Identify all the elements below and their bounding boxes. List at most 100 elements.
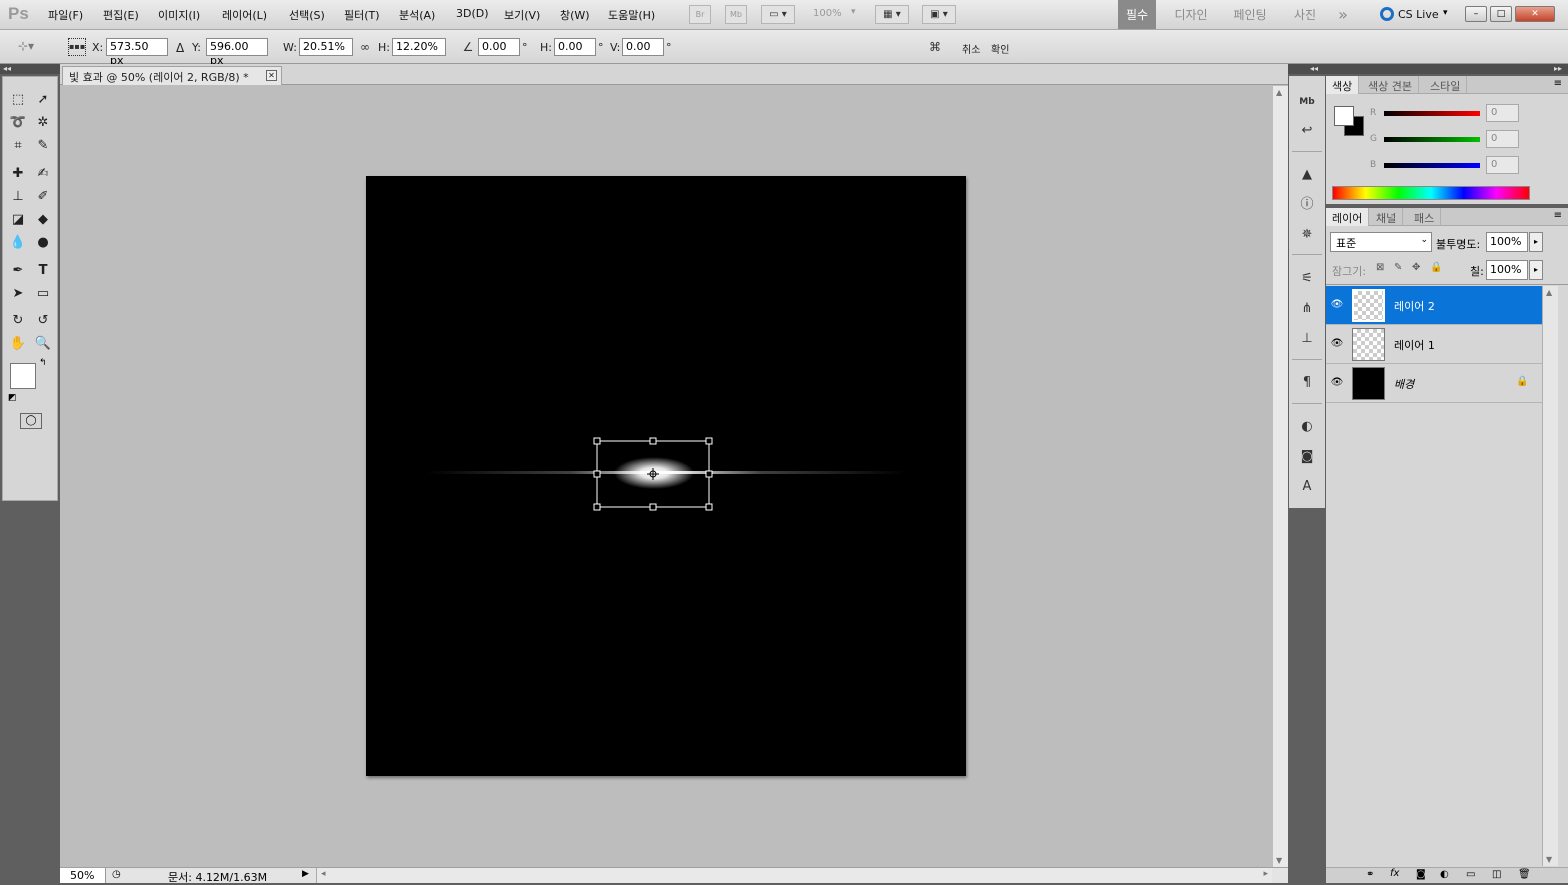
menu-image[interactable]: 이미지(I) bbox=[158, 7, 200, 23]
red-value-field[interactable]: 0 bbox=[1486, 104, 1519, 122]
height-percent-field[interactable]: 12.20% bbox=[392, 38, 446, 56]
lock-position-icon[interactable]: ✥ bbox=[1412, 262, 1420, 273]
default-colors-icon[interactable]: ◩ bbox=[8, 393, 17, 403]
clone-stamp-tool-icon[interactable]: ⊥ bbox=[6, 186, 30, 208]
lock-image-icon[interactable]: ✎ bbox=[1394, 262, 1402, 273]
menu-layer[interactable]: 레이어(L) bbox=[222, 7, 267, 23]
crop-tool-icon[interactable]: ⌗ bbox=[6, 135, 30, 157]
horizontal-scrollbar[interactable]: ◂ ▸ bbox=[316, 868, 1272, 883]
fill-arrow-icon[interactable]: ▸ bbox=[1529, 260, 1543, 280]
path-selection-tool-icon[interactable]: ➤ bbox=[6, 283, 30, 305]
lasso-tool-icon[interactable]: ➰ bbox=[6, 112, 30, 134]
workspace-photography[interactable]: 사진 bbox=[1284, 0, 1326, 29]
visibility-eye-icon[interactable]: 👁 bbox=[1330, 337, 1344, 351]
blend-mode-select[interactable]: 표준 ⌄ bbox=[1330, 232, 1432, 252]
workspace-essentials[interactable]: 필수 bbox=[1118, 0, 1156, 29]
new-layer-icon[interactable]: ◫ bbox=[1492, 869, 1501, 880]
scroll-down-icon[interactable]: ▼ bbox=[1546, 855, 1552, 864]
warp-mode-icon[interactable]: ⌘ bbox=[927, 39, 943, 55]
menu-select[interactable]: 선택(S) bbox=[289, 7, 325, 23]
menu-filter[interactable]: 필터(T) bbox=[344, 7, 380, 23]
launch-bridge-button[interactable]: Br bbox=[689, 5, 711, 24]
close-window-button[interactable]: ✕ bbox=[1515, 6, 1555, 22]
visibility-eye-icon[interactable]: 👁 bbox=[1330, 298, 1344, 312]
rotate-angle-field[interactable]: 0.00 bbox=[478, 38, 520, 56]
brush-presets-icon[interactable]: ⚟ bbox=[1297, 269, 1317, 289]
menu-analysis[interactable]: 분석(A) bbox=[399, 7, 435, 23]
add-mask-icon[interactable]: ◙ bbox=[1416, 869, 1426, 880]
menu-3d[interactable]: 3D(D) bbox=[456, 7, 489, 20]
tab-paths[interactable]: 패스 bbox=[1408, 208, 1442, 226]
green-value-field[interactable]: 0 bbox=[1486, 130, 1519, 148]
document-tab[interactable]: 빛 효과 @ 50% (레이어 2, RGB/8) * ✕ bbox=[62, 66, 282, 85]
collapse-icon[interactable]: ◂◂ bbox=[3, 64, 11, 73]
panel-menu-icon[interactable]: ≡ bbox=[1554, 210, 1562, 221]
menu-file[interactable]: 파일(F) bbox=[48, 7, 83, 23]
extras-menu-icon[interactable]: ▭ ▾ bbox=[761, 5, 795, 24]
tab-channels[interactable]: 채널 bbox=[1370, 208, 1404, 226]
color-spectrum-bar[interactable] bbox=[1332, 186, 1530, 200]
transform-handle[interactable] bbox=[593, 503, 601, 511]
eyedropper-tool-icon[interactable]: ✎ bbox=[31, 135, 55, 157]
transform-handle[interactable] bbox=[593, 437, 601, 445]
layer-row-layer-2[interactable]: 👁 레이어 2 bbox=[1326, 286, 1542, 325]
vertical-skew-field[interactable]: 0.00 bbox=[622, 38, 664, 56]
clone-source-icon[interactable]: ⊥ bbox=[1297, 329, 1317, 349]
transform-handle[interactable] bbox=[705, 503, 713, 511]
link-icon[interactable]: ∞ bbox=[359, 39, 371, 55]
scroll-left-icon[interactable]: ◂ bbox=[321, 869, 326, 879]
toolbox-header[interactable]: ◂◂ bbox=[0, 64, 60, 74]
type-tool-icon[interactable]: T bbox=[31, 260, 55, 282]
tab-swatches[interactable]: 색상 견본 bbox=[1362, 76, 1419, 94]
opacity-arrow-icon[interactable]: ▸ bbox=[1529, 232, 1543, 252]
tab-styles[interactable]: 스타일 bbox=[1424, 76, 1468, 94]
arrange-documents-icon[interactable]: ▦ ▾ bbox=[875, 5, 909, 24]
expand-icon[interactable]: ▸▸ bbox=[1554, 64, 1562, 73]
menu-window[interactable]: 창(W) bbox=[560, 7, 590, 23]
foreground-color-swatch[interactable] bbox=[10, 363, 36, 389]
visibility-eye-icon[interactable]: 👁 bbox=[1330, 376, 1344, 390]
foreground-color-swatch[interactable] bbox=[1334, 106, 1354, 126]
commit-transform-button[interactable]: 확인 bbox=[991, 41, 1009, 56]
layers-scrollbar[interactable]: ▲ ▼ bbox=[1542, 286, 1558, 866]
info-icon[interactable]: ⓘ bbox=[1297, 195, 1317, 215]
scroll-down-icon[interactable]: ▼ bbox=[1276, 856, 1282, 865]
red-slider[interactable] bbox=[1384, 111, 1480, 116]
transform-handle[interactable] bbox=[649, 503, 657, 511]
transform-handle[interactable] bbox=[593, 470, 601, 478]
transform-handle[interactable] bbox=[705, 437, 713, 445]
history-brush-tool-icon[interactable]: ✐ bbox=[31, 186, 55, 208]
workspace-design[interactable]: 디자인 bbox=[1166, 0, 1216, 29]
green-slider[interactable] bbox=[1384, 137, 1480, 142]
menu-edit[interactable]: 편집(E) bbox=[103, 7, 139, 23]
status-info-icon[interactable]: ◷ bbox=[112, 869, 121, 880]
horizontal-skew-field[interactable]: 0.00 bbox=[554, 38, 596, 56]
healing-brush-tool-icon[interactable]: ✚ bbox=[6, 163, 30, 185]
lock-all-icon[interactable]: 🔒 bbox=[1430, 262, 1442, 273]
character-icon[interactable]: A bbox=[1297, 477, 1317, 497]
lock-transparent-icon[interactable]: ⊠ bbox=[1376, 262, 1384, 273]
tab-color[interactable]: 색상 bbox=[1326, 76, 1360, 94]
move-tool-preset-icon[interactable]: ⊹▾ bbox=[18, 38, 34, 54]
eraser-tool-icon[interactable]: ◪ bbox=[6, 209, 30, 231]
hand-tool-icon[interactable]: ✋ bbox=[6, 333, 30, 355]
dock-header[interactable]: ◂◂ bbox=[1288, 64, 1326, 74]
quick-mask-icon[interactable]: ◯ bbox=[20, 413, 42, 429]
y-position-field[interactable]: 596.00 px bbox=[206, 38, 268, 67]
3d-orbit-tool-icon[interactable]: ↺ bbox=[31, 310, 55, 332]
shape-tool-icon[interactable]: ▭ bbox=[31, 283, 55, 305]
pen-tool-icon[interactable]: ✒ bbox=[6, 260, 30, 282]
close-icon[interactable]: ✕ bbox=[266, 70, 277, 81]
screen-mode-icon[interactable]: ▣ ▾ bbox=[922, 5, 956, 24]
cancel-transform-button[interactable]: 취소 bbox=[962, 41, 980, 56]
swap-colors-icon[interactable]: ↰ bbox=[39, 358, 47, 368]
move-tool-icon[interactable]: ➚ bbox=[31, 89, 55, 111]
mini-bridge-icon[interactable]: Mb bbox=[1297, 92, 1317, 112]
magic-wand-tool-icon[interactable]: ✲ bbox=[31, 112, 55, 134]
adjustment-layer-icon[interactable]: ◐ bbox=[1440, 869, 1449, 880]
scroll-up-icon[interactable]: ▲ bbox=[1276, 88, 1282, 97]
vertical-scrollbar[interactable]: ▲ ▼ bbox=[1272, 86, 1288, 867]
workspace-painting[interactable]: 페인팅 bbox=[1224, 0, 1276, 29]
canvas[interactable] bbox=[366, 176, 966, 776]
expand-icon[interactable]: ◂◂ bbox=[1310, 64, 1318, 73]
